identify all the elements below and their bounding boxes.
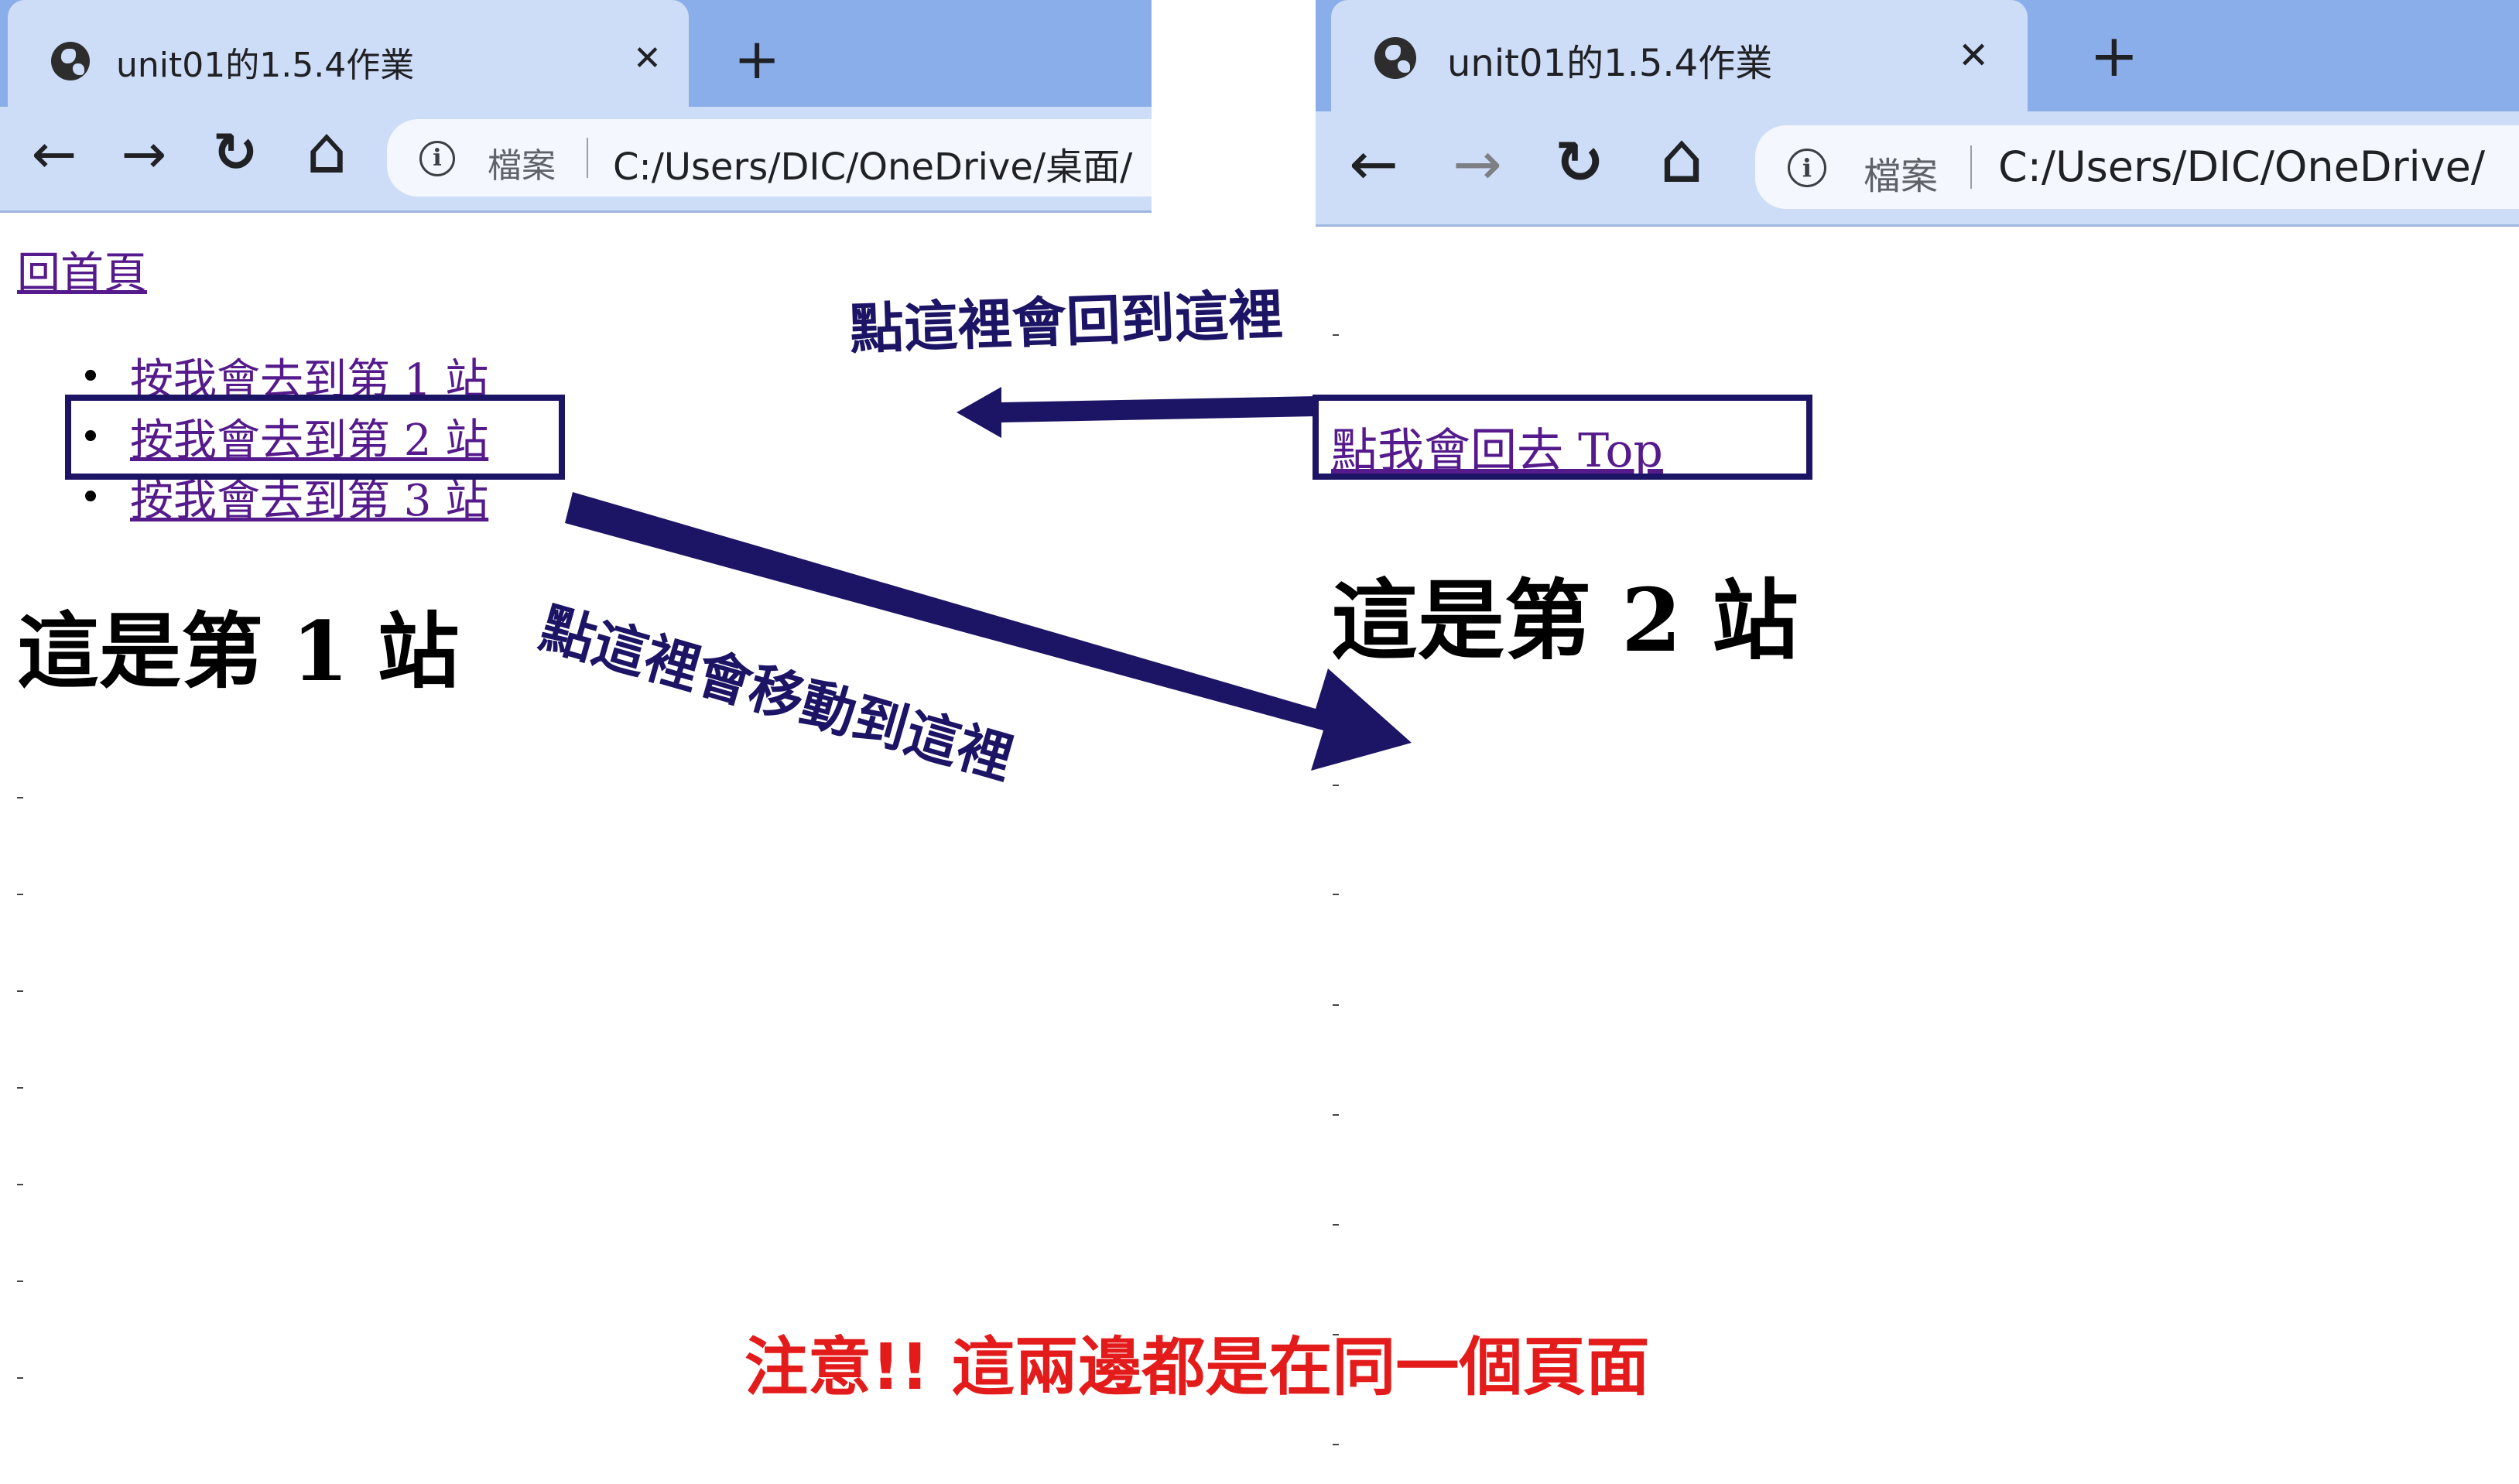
arrow-back-to-top [957, 387, 1316, 438]
arrow-overlay [565, 387, 1412, 771]
annotation-back-note: 點這裡會回到這裡 [848, 282, 1285, 361]
warning-note: 注意!! 這兩邊都是在同一個頁面 [744, 1331, 1650, 1404]
